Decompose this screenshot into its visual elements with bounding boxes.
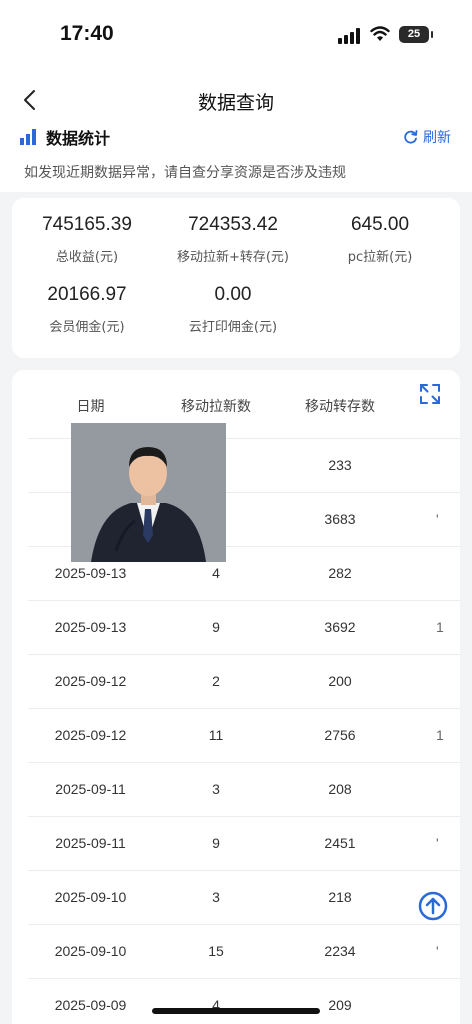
status-time: 17:40 xyxy=(60,22,114,45)
cell-mobile-transfer: 3692 xyxy=(324,619,356,635)
section-title: 数据统计 xyxy=(46,129,111,148)
table-row: 2025-09-09 4 209 xyxy=(28,978,460,1024)
stat-label: 云打印佣金(元) xyxy=(188,320,278,335)
cell-clipped: ' xyxy=(436,943,439,959)
fullscreen-icon[interactable] xyxy=(418,382,442,406)
status-bar: 17:40 25 xyxy=(0,0,472,70)
stat-member-commission: 20166.97 会员佣金(元) xyxy=(12,284,162,335)
bar-chart-icon xyxy=(20,129,36,145)
cell-mobile-transfer: 233 xyxy=(328,457,352,473)
refresh-label: 刷新 xyxy=(423,130,451,146)
table-row: 2025-09-12 11 2756 1 xyxy=(28,708,460,762)
stat-total-income: 745165.39 总收益(元) xyxy=(12,214,162,265)
section-header: 数据统计 刷新 如发现近期数据异常，请自查分享资源是否涉及违规 xyxy=(0,122,472,192)
nav-bar: 数据查询 xyxy=(0,70,472,130)
cellular-signal-icon xyxy=(338,28,362,44)
cell-date: 2025-09-10 xyxy=(54,943,127,959)
stat-mobile-income: 724353.42 移动拉新+转存(元) xyxy=(158,214,308,265)
cell-date: 2025-09-12 xyxy=(54,673,127,689)
cell-mobile-transfer: 282 xyxy=(328,565,352,581)
cell-date: 2025-09-13 xyxy=(54,565,127,581)
scroll-to-top-button[interactable] xyxy=(418,891,448,921)
cell-mobile-transfer: 3683 xyxy=(324,511,356,527)
cell-mobile-new: 15 xyxy=(208,943,224,959)
cell-mobile-new: 9 xyxy=(212,835,220,851)
cell-date: 2025-09-11 xyxy=(55,781,126,797)
cell-date: 2025-09-09 xyxy=(54,997,127,1013)
cell-mobile-new: 4 xyxy=(212,565,220,581)
home-indicator xyxy=(152,1008,320,1014)
cell-date: 2025-09-13 xyxy=(54,619,127,635)
overlay-portrait-photo xyxy=(71,423,226,562)
cell-mobile-transfer: 2234 xyxy=(324,943,356,959)
battery-tip xyxy=(431,31,433,38)
table-row: 2025-09-11 3 208 xyxy=(28,762,460,816)
stat-value: 0.00 xyxy=(214,284,252,305)
stat-value: 745165.39 xyxy=(42,214,132,235)
portrait-image xyxy=(71,423,226,562)
column-header-mobile-transfer: 移动转存数 xyxy=(305,399,375,415)
stat-label: 移动拉新+转存(元) xyxy=(176,250,290,265)
table-row: 2025-09-11 9 2451 ' xyxy=(28,816,460,870)
wifi-icon xyxy=(370,26,390,41)
stat-pc-income: 645.00 pc拉新(元) xyxy=(305,214,455,265)
table-row: 2025-09-13 9 3692 1 xyxy=(28,600,460,654)
cell-mobile-transfer: 2451 xyxy=(324,835,356,851)
notice-text: 如发现近期数据异常，请自查分享资源是否涉及违规 xyxy=(24,165,346,181)
table-row: 2025-09-10 3 218 xyxy=(28,870,460,924)
battery-icon: 25 xyxy=(399,26,429,43)
cell-clipped: ' xyxy=(436,835,439,851)
cell-date: 2025-09-10 xyxy=(54,889,127,905)
stat-value: 645.00 xyxy=(350,214,410,235)
stat-label: pc拉新(元) xyxy=(347,250,413,265)
page-title: 数据查询 xyxy=(197,92,274,114)
cell-mobile-transfer: 200 xyxy=(328,673,352,689)
summary-card: 745165.39 总收益(元) 724353.42 移动拉新+转存(元) 64… xyxy=(12,198,460,358)
refresh-button[interactable]: 刷新 xyxy=(404,127,451,147)
cell-clipped: ' xyxy=(436,511,439,527)
stat-value: 20166.97 xyxy=(47,284,127,305)
cell-clipped: 1 xyxy=(436,619,444,635)
cell-mobile-new: 3 xyxy=(212,781,220,797)
refresh-icon xyxy=(404,130,418,144)
cell-date: 2025-09-11 xyxy=(55,835,126,851)
cell-mobile-new: 3 xyxy=(212,889,220,905)
stat-cloud-print-commission: 0.00 云打印佣金(元) xyxy=(158,284,308,335)
cell-mobile-transfer: 208 xyxy=(328,781,352,797)
stat-label: 会员佣金(元) xyxy=(49,320,125,335)
cell-mobile-new: 11 xyxy=(208,727,224,743)
stat-label: 总收益(元) xyxy=(55,250,119,265)
stat-value: 724353.42 xyxy=(188,214,278,235)
cell-mobile-transfer: 2756 xyxy=(324,727,356,743)
cell-mobile-transfer: 218 xyxy=(328,889,352,905)
cell-clipped: 1 xyxy=(436,727,444,743)
cell-date: 2025-09-12 xyxy=(54,727,127,743)
column-header-date: 日期 xyxy=(76,399,105,415)
cell-mobile-new: 9 xyxy=(212,619,220,635)
cell-mobile-new: 2 xyxy=(212,673,220,689)
column-header-mobile-new: 移动拉新数 xyxy=(181,399,251,415)
table-row: 2025-09-12 2 200 xyxy=(28,654,460,708)
table-row: 2025-09-10 15 2234 ' xyxy=(28,924,460,978)
